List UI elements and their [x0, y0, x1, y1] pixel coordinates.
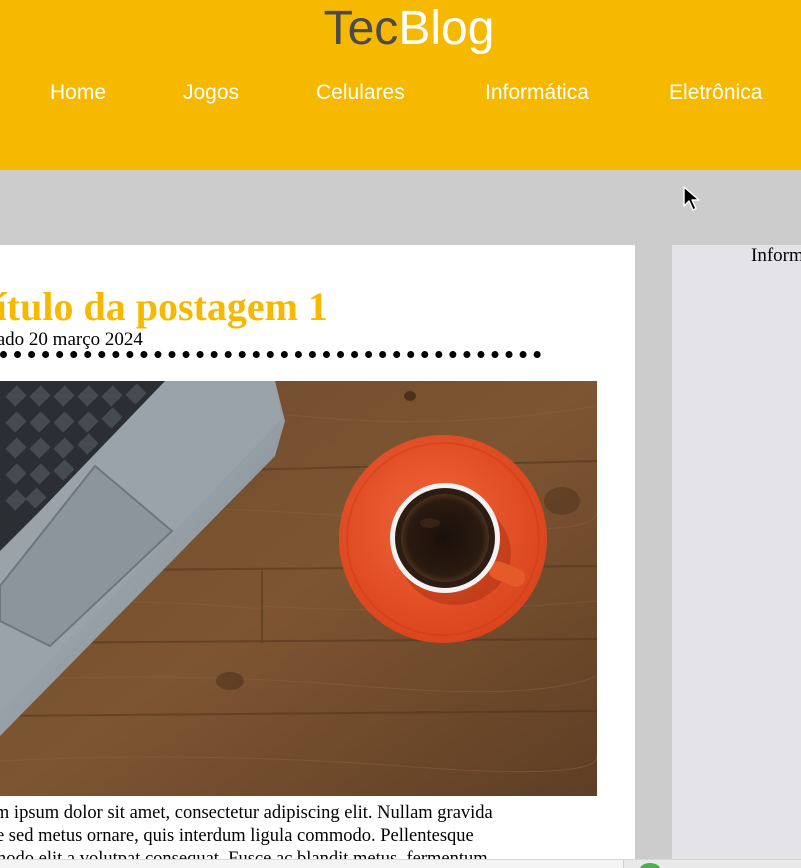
logo-text-tec: Tec [323, 2, 399, 55]
mouse-cursor-icon [683, 186, 700, 211]
nav-item-eletronica[interactable]: Eletrônica [669, 80, 762, 106]
nav-item-informatica[interactable]: Informática [485, 80, 589, 106]
site-header: TecBlog Home Jogos Celulares Informática… [0, 0, 801, 170]
post-excerpt-line: Lorem ipsum dolor sit amet, consectetur … [0, 803, 493, 823]
post-excerpt-line: neque sed metus ornare, quis interdum li… [0, 826, 474, 846]
site-logo[interactable]: TecBlog [0, 1, 801, 57]
nav-item-jogos[interactable]: Jogos [183, 80, 239, 106]
sidebar-title: Informações [751, 245, 801, 266]
sidebar: Informações [672, 245, 801, 868]
bottom-bar [0, 859, 801, 868]
nav-item-celulares[interactable]: Celulares [316, 80, 405, 106]
status-dot-icon [640, 863, 660, 868]
post-card: Título da postagem 1 Postado 20 março 20… [0, 245, 635, 868]
post-divider [0, 351, 541, 358]
nav-item-home[interactable]: Home [50, 80, 106, 106]
post-date: Postado 20 março 2024 [0, 329, 143, 350]
logo-text-blog: Blog [398, 2, 495, 55]
post-featured-image[interactable] [0, 381, 597, 796]
post-title[interactable]: Título da postagem 1 [0, 285, 328, 329]
